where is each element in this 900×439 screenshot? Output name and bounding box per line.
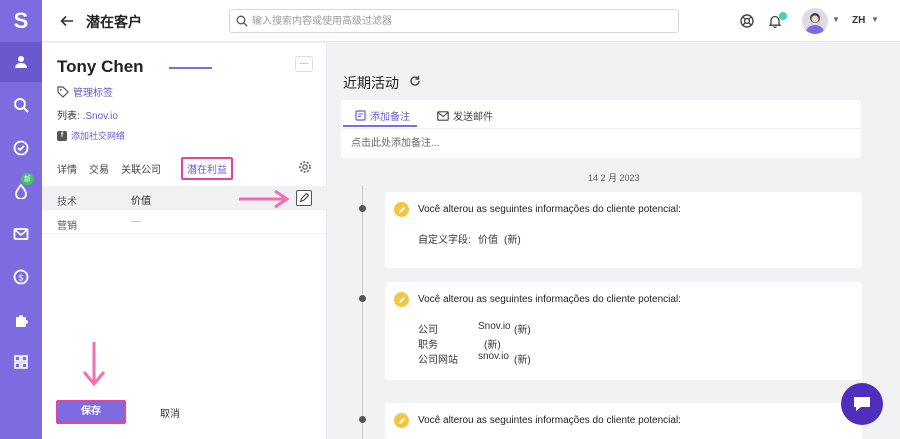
contact-name: Tony Chen: [57, 57, 144, 76]
recent-activity-title: 近期活动: [343, 75, 399, 91]
field-value: 价值: [131, 196, 151, 207]
timeline-date: 14 2 月 2023: [588, 173, 640, 183]
save-button[interactable]: 保存: [56, 400, 126, 424]
note-composer: 添加备注 发送邮件: [341, 100, 861, 158]
add-social-label: 添加社交网络: [71, 131, 126, 141]
pencil-icon: [394, 202, 409, 217]
pencil-icon: [394, 292, 409, 307]
refresh-icon[interactable]: [409, 75, 421, 87]
tab-potential-interest[interactable]: 潜在利益: [181, 157, 233, 180]
activity-headline: Você alterou as seguintes informações do…: [418, 204, 681, 215]
avatar[interactable]: [802, 8, 828, 34]
app-logo[interactable]: S: [0, 0, 42, 42]
tab-details[interactable]: 详情: [57, 161, 77, 176]
activity-item: Você alterou as seguintes informações do…: [385, 282, 862, 380]
pencil-icon: [394, 413, 409, 428]
tab-related-company[interactable]: 关联公司: [121, 161, 161, 176]
note-input-wrapper: [341, 128, 861, 158]
changed-field-status: (新): [514, 355, 531, 366]
changed-field-value: snov.io: [478, 351, 509, 362]
note-icon: [355, 110, 366, 121]
field-key: 营销: [57, 221, 77, 232]
changed-field-status: (新): [514, 325, 531, 336]
changed-field-status: (新): [504, 235, 521, 246]
changed-field-status: (新): [484, 340, 501, 351]
timeline-dot: [359, 295, 366, 302]
tab-deals[interactable]: 交易: [89, 161, 109, 176]
nav-puzzle-icon[interactable]: [0, 300, 42, 340]
changed-field-key: 公司网站: [418, 355, 458, 366]
activity-headline: Você alterou as seguintes informações do…: [418, 415, 681, 426]
help-lifebuoy-icon[interactable]: [738, 12, 756, 30]
search-input[interactable]: [252, 12, 672, 30]
nav-search-icon[interactable]: [0, 85, 42, 125]
svg-text:$: $: [18, 274, 24, 284]
chat-bubble-icon[interactable]: [841, 383, 883, 425]
language-chevron-down-icon[interactable]: ▼: [871, 15, 879, 24]
top-bar: 潜在客户 ▼ ZH ▼: [42, 0, 900, 42]
timeline-dot: [359, 205, 366, 212]
facebook-icon: f: [57, 130, 67, 141]
tab-add-note-label: 添加备注: [370, 112, 410, 123]
nav-check-icon[interactable]: [0, 128, 42, 168]
field-row[interactable]: 营销 —: [42, 210, 327, 234]
timeline-dot: [359, 416, 366, 423]
note-input[interactable]: [341, 129, 861, 158]
language-selector[interactable]: ZH: [852, 15, 865, 26]
changed-field-value: Snov.io: [478, 321, 511, 332]
changed-field-key: 职务: [418, 340, 438, 351]
nav-apps-icon[interactable]: [0, 342, 42, 382]
cancel-button[interactable]: 取消: [160, 405, 180, 420]
manage-tags-label: 管理标签: [73, 88, 113, 99]
annotation-arrow-down-icon: [82, 342, 106, 387]
tab-send-email-label: 发送邮件: [453, 112, 493, 123]
left-nav-rail: S 新 $: [0, 0, 42, 439]
gear-icon[interactable]: [297, 159, 313, 175]
active-tab-indicator: [169, 67, 212, 69]
back-arrow-icon[interactable]: [58, 12, 76, 30]
timeline-line: [362, 185, 363, 439]
changed-field-key: 自定义字段:: [418, 235, 471, 246]
tab-send-email[interactable]: 发送邮件: [437, 108, 493, 123]
envelope-icon: [437, 110, 449, 121]
activity-headline: Você alterou as seguintes informações do…: [418, 294, 681, 305]
edit-pencil-icon[interactable]: [296, 190, 312, 206]
search-box[interactable]: [229, 9, 679, 33]
manage-tags-link[interactable]: 管理标签: [57, 84, 113, 99]
changed-field-value: 价值: [478, 235, 498, 246]
activity-item: Você alterou as seguintes informações do…: [385, 403, 862, 439]
tag-icon: [57, 85, 69, 98]
activity-item: Você alterou as seguintes informações do…: [385, 192, 862, 268]
annotation-arrow-right-icon: [239, 189, 290, 209]
field-key: 技术: [57, 197, 77, 208]
changed-field-key: 公司: [418, 325, 438, 336]
add-social-link[interactable]: f 添加社交网络: [57, 129, 125, 142]
more-options-button[interactable]: ···: [295, 56, 313, 72]
field-value: —: [131, 216, 141, 227]
list-row: 列表: .Snov.io: [57, 107, 118, 122]
contact-tabs: 详情 交易 关联公司 潜在利益: [57, 157, 312, 181]
nav-dollar-icon[interactable]: $: [0, 257, 42, 297]
tab-add-note[interactable]: 添加备注: [355, 108, 410, 123]
search-icon: [236, 15, 248, 27]
nav-drip-icon[interactable]: [0, 171, 42, 211]
nav-mail-icon[interactable]: [0, 214, 42, 254]
avatar-chevron-down-icon[interactable]: ▼: [832, 15, 840, 24]
list-label: 列表:: [57, 111, 80, 122]
page-title: 潜在客户: [86, 14, 142, 30]
active-tab-indicator: [343, 125, 417, 127]
nav-contacts-icon[interactable]: [0, 42, 42, 82]
notification-dot: [779, 12, 787, 20]
list-value-link[interactable]: .Snov.io: [83, 111, 118, 122]
